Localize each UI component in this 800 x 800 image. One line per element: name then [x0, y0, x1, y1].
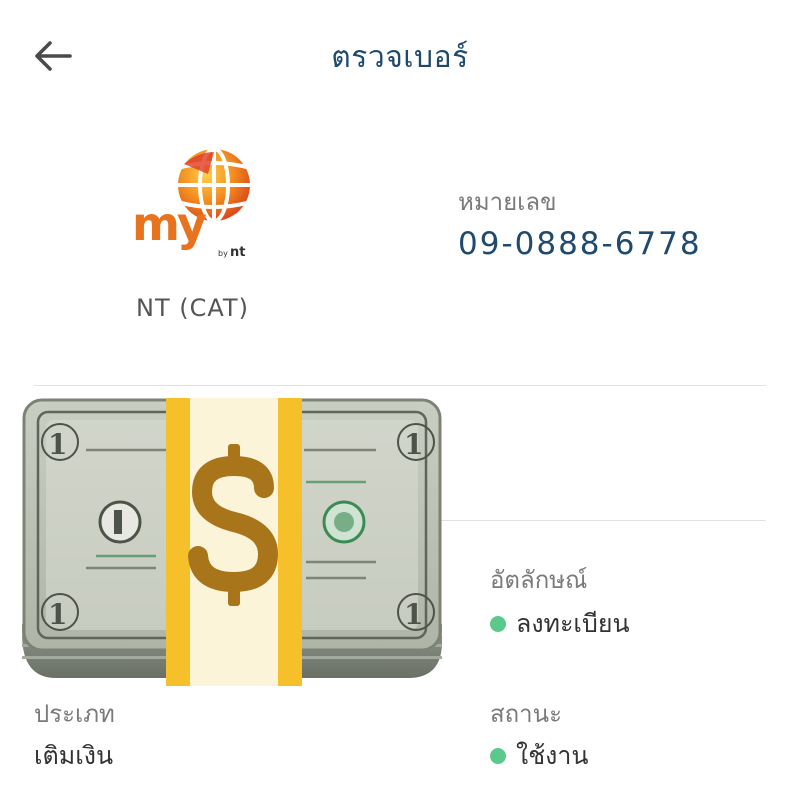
svg-text:1: 1	[48, 428, 67, 461]
svg-text:nt: nt	[230, 245, 245, 260]
number-label: หมายเลข	[458, 188, 557, 216]
status-dot-icon	[490, 616, 506, 632]
operator-name: NT (CAT)	[136, 294, 249, 322]
phone-number: 09-0888-6778	[458, 226, 702, 262]
svg-text:1: 1	[404, 428, 423, 461]
svg-text:1: 1	[404, 598, 423, 631]
svg-text:my: my	[132, 197, 207, 251]
state-value: ใช้งาน	[490, 736, 589, 776]
divider	[430, 520, 766, 521]
type-label: ประเภท	[34, 700, 115, 728]
svg-text:1: 1	[48, 598, 67, 631]
money-with-dollar-band-icon: 1 1 1 1	[16, 392, 448, 688]
state-value-text: ใช้งาน	[516, 741, 589, 770]
identity-value: ลงทะเบียน	[490, 604, 630, 644]
type-value: เติมเงิน	[34, 741, 114, 770]
svg-text:by: by	[218, 249, 228, 258]
identity-label: อัตลักษณ์	[490, 566, 588, 594]
divider	[34, 385, 766, 386]
check-number-screen: ตรวจเบอร์ my by nt NT (CAT) หมายเลข 09-0…	[0, 0, 800, 800]
identity-value-text: ลงทะเบียน	[516, 609, 630, 638]
operator-logo: my by nt	[128, 144, 258, 264]
page-title: ตรวจเบอร์	[331, 40, 469, 75]
status-dot-icon	[490, 748, 506, 764]
state-label: สถานะ	[490, 700, 562, 728]
